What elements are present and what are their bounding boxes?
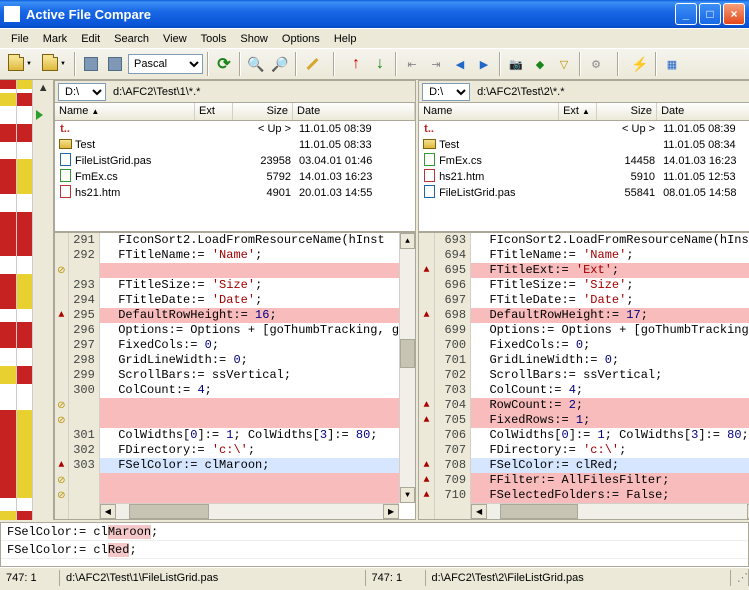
copy-right-button[interactable]: ▶	[473, 53, 495, 75]
current-diff-indicator	[36, 110, 43, 120]
right-path: d:\AFC2\Test\2\*.*	[473, 86, 749, 98]
recompare-button[interactable]: ⟳	[213, 53, 235, 75]
open-right-button[interactable]: ▼	[38, 56, 70, 72]
left-drive-select[interactable]: D:\	[58, 83, 106, 101]
file-row[interactable]: FmEx.cs579214.01.03 16:23	[55, 169, 415, 185]
window-title: Active File Compare	[24, 7, 675, 22]
menu-options[interactable]: Options	[275, 31, 327, 47]
ignore-button[interactable]: ◆	[529, 53, 551, 75]
syntax-select[interactable]: Pascal	[128, 54, 203, 74]
file-row[interactable]: t..< Up >11.01.05 08:39	[419, 121, 749, 137]
file-row[interactable]: hs21.htm490120.01.03 14:55	[55, 185, 415, 201]
file-row[interactable]: t..< Up >11.01.05 08:39	[55, 121, 415, 137]
menu-show[interactable]: Show	[233, 31, 275, 47]
options-button[interactable]: ⚙	[585, 53, 607, 75]
file-row[interactable]: Test11.01.05 08:33	[55, 137, 415, 153]
left-file-pane: D:\ d:\AFC2\Test\1\*.* Name ▲ Ext Size D…	[54, 80, 416, 232]
right-status-path: d:\AFC2\Test\2\FileListGrid.pas	[426, 570, 732, 586]
menu-help[interactable]: Help	[327, 31, 364, 47]
copy-left-button[interactable]: ◀	[449, 53, 471, 75]
file-row[interactable]: Test11.01.05 08:34	[419, 137, 749, 153]
left-code-pane[interactable]: ⊘▲⊘⊘▲⊘⊘ 29129229329429529629729829930030…	[54, 232, 416, 520]
app-icon	[4, 6, 20, 22]
save-right-button[interactable]	[104, 53, 126, 75]
right-cursor-pos: 747: 1	[366, 570, 426, 586]
line-detail-pane: FSelColor:= clMaroon;FSelColor:= clRed;	[0, 522, 749, 567]
maximize-button[interactable]: □	[699, 3, 721, 25]
titlebar: Active File Compare _ □ ×	[0, 0, 749, 28]
statusbar: 747: 1 d:\AFC2\Test\1\FileListGrid.pas 7…	[0, 567, 749, 587]
next-diff-button[interactable]: ↓	[369, 53, 391, 75]
find-next-button[interactable]: 🔎	[269, 53, 291, 75]
view-mode-button[interactable]: ▦	[661, 53, 683, 75]
overview-up-button[interactable]: ▲	[36, 82, 50, 94]
right-hscroll[interactable]: ◀▶	[471, 503, 749, 519]
menu-mark[interactable]: Mark	[36, 31, 74, 47]
left-hscroll[interactable]: ◀▶	[100, 503, 399, 519]
resize-grip[interactable]: ⋰	[731, 569, 749, 586]
menu-view[interactable]: View	[156, 31, 194, 47]
first-diff-button[interactable]: ⇤	[401, 53, 423, 75]
save-left-button[interactable]	[80, 53, 102, 75]
menu-file[interactable]: File	[4, 31, 36, 47]
file-row[interactable]: FmEx.cs1445814.01.03 16:23	[419, 153, 749, 169]
toolbar: ▼ ▼ Pascal ⟳ 🔍 🔎 ↑ ↓ ⇤ ⇥ ◀ ▶ 📷 ◆ ▽ ⚙ ⚡ ▦	[0, 48, 749, 80]
menu-search[interactable]: Search	[107, 31, 156, 47]
file-row[interactable]: FileListGrid.pas5584108.01.05 14:58	[419, 185, 749, 201]
right-code-pane[interactable]: ▲▲▲▲▲▲▲ 69369469569669769869970070170270…	[418, 232, 749, 520]
menubar: FileMarkEditSearchViewToolsShowOptionsHe…	[0, 28, 749, 48]
last-diff-button[interactable]: ⇥	[425, 53, 447, 75]
find-button[interactable]: 🔍	[245, 53, 267, 75]
filter-button[interactable]: ▽	[553, 53, 575, 75]
camera-button[interactable]: 📷	[505, 53, 527, 75]
diff-overview[interactable]: ▲	[0, 80, 54, 520]
lightning-button[interactable]: ⚡	[629, 53, 651, 75]
left-vscroll[interactable]: ▲▼	[399, 233, 415, 503]
left-path: d:\AFC2\Test\1\*.*	[109, 86, 412, 98]
edit-button[interactable]	[301, 53, 323, 75]
left-cursor-pos: 747: 1	[0, 570, 60, 586]
right-drive-select[interactable]: D:\	[422, 83, 470, 101]
file-row[interactable]: hs21.htm591011.01.05 12:53	[419, 169, 749, 185]
right-file-header[interactable]: Name Ext ▲ Size Date	[419, 103, 749, 121]
menu-edit[interactable]: Edit	[74, 31, 107, 47]
prev-diff-button[interactable]: ↑	[345, 53, 367, 75]
file-row[interactable]: FileListGrid.pas2395803.04.01 01:46	[55, 153, 415, 169]
minimize-button[interactable]: _	[675, 3, 697, 25]
menu-tools[interactable]: Tools	[194, 31, 234, 47]
open-left-button[interactable]: ▼	[4, 56, 36, 72]
left-file-header[interactable]: Name ▲ Ext Size Date	[55, 103, 415, 121]
left-status-path: d:\AFC2\Test\1\FileListGrid.pas	[60, 570, 366, 586]
right-file-pane: D:\ d:\AFC2\Test\2\*.* Name Ext ▲ Size D…	[418, 80, 749, 232]
close-button[interactable]: ×	[723, 3, 745, 25]
